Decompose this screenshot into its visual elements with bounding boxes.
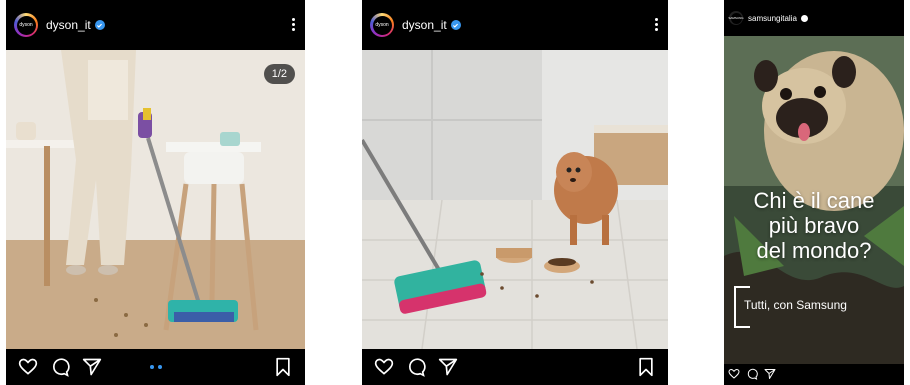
post-image-vacuum-dog[interactable] [362,50,668,349]
post-header: dyson dyson_it [362,0,668,50]
story-caption: Chi è il cane più bravo del mondo? [724,188,904,263]
post-header: dyson dyson_it [6,0,305,50]
send-icon[interactable] [82,357,102,377]
heart-icon[interactable] [728,368,740,380]
avatar-logo: dyson [372,15,392,35]
post-image-vacuum-kitchen[interactable] [6,50,305,349]
bookmark-icon[interactable] [636,357,656,377]
instagram-post-dyson-2: dyson dyson_it [362,0,668,385]
post-actions-bar [6,349,305,385]
avatar[interactable]: dyson [14,13,38,37]
verified-badge-icon [450,20,461,30]
caption-line: del mondo? [756,238,872,263]
avatar-logo: dyson [16,15,36,35]
verified-badge-icon [800,14,808,22]
avatar[interactable]: SAMSUNG [728,11,744,25]
comment-icon[interactable] [406,357,426,377]
instagram-story-samsung: SAMSUNG samsungitalia Chi è il cane più … [724,0,904,385]
username[interactable]: dyson_it [402,18,447,32]
send-icon[interactable] [438,357,458,377]
username[interactable]: samsungitalia [748,14,797,23]
post-actions-bar [362,349,668,385]
username[interactable]: dyson_it [46,18,91,32]
carousel-counter: 1/2 [263,64,295,84]
comment-icon[interactable] [746,368,758,380]
verified-badge-icon [94,20,105,30]
send-icon[interactable] [764,368,776,380]
more-options-icon[interactable] [655,18,658,33]
instagram-post-dyson-1: dyson dyson_it 1/2 [6,0,305,385]
bookmark-icon[interactable] [273,357,293,377]
caption-line: più bravo [768,213,860,238]
carousel-dot-active [149,365,154,369]
avatar-logo: SAMSUNG [728,12,744,24]
post-header: SAMSUNG samsungitalia [724,0,904,36]
carousel-dot [157,365,162,369]
post-actions-bar [724,364,904,385]
carousel-indicator [148,365,164,369]
comment-icon[interactable] [50,357,70,377]
more-options-icon[interactable] [292,18,295,33]
caption-line: Chi è il cane [753,188,875,213]
heart-icon[interactable] [374,357,394,377]
cta-link[interactable]: Tutti, con Samsung [744,298,847,312]
heart-icon[interactable] [18,357,38,377]
avatar[interactable]: dyson [370,13,394,37]
